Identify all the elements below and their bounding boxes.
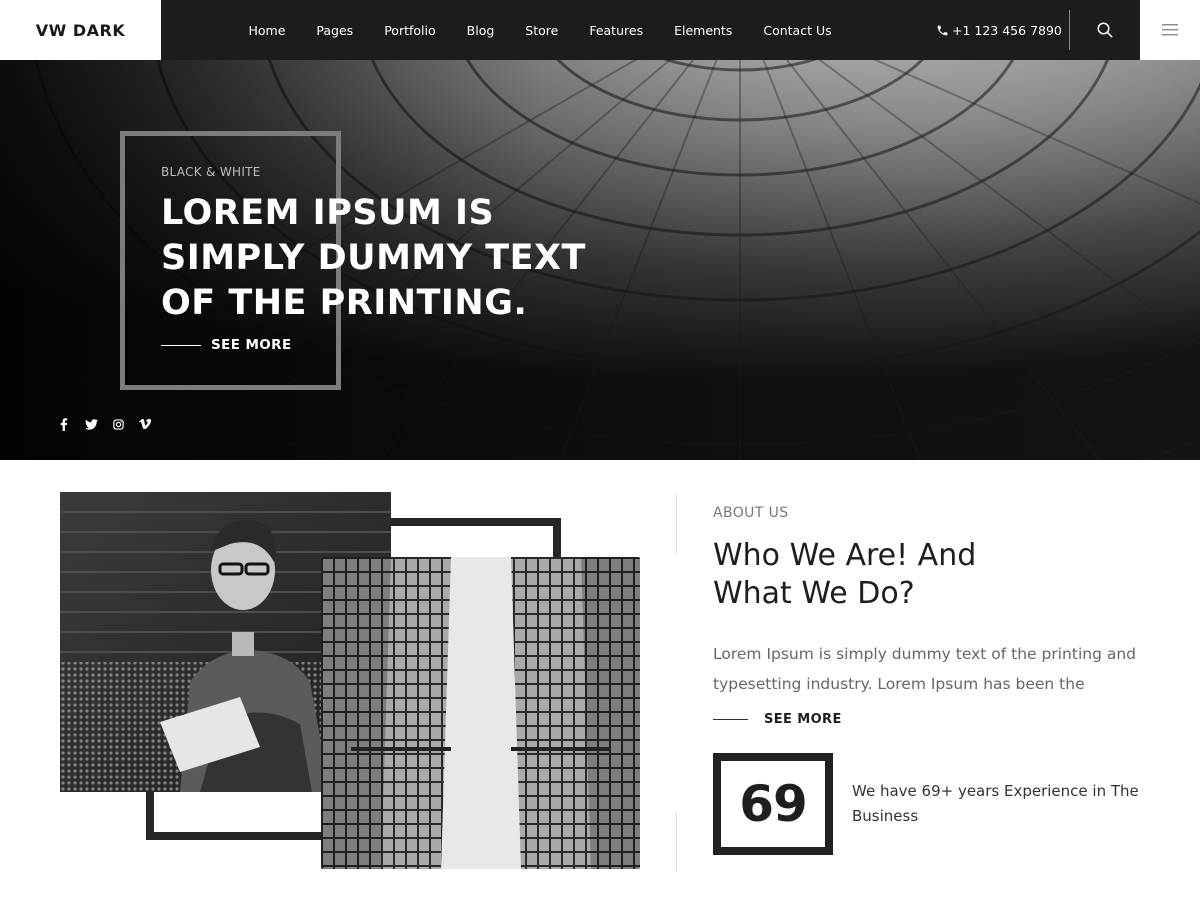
about-see-more-button[interactable]: SEE MORE — [713, 712, 842, 727]
vimeo-icon[interactable] — [138, 417, 152, 431]
frame-gap — [390, 526, 553, 557]
menu-button[interactable] — [1140, 0, 1200, 60]
hamburger-menu-icon — [1162, 24, 1178, 36]
years-text: We have 69+ years Experience in The Busi… — [852, 782, 1139, 825]
hero-section: BLACK & WHITE LOREM IPSUM IS SIMPLY DUMM… — [0, 60, 1200, 460]
nav-features[interactable]: Features — [589, 23, 643, 38]
nav-portfolio[interactable]: Portfolio — [384, 23, 435, 38]
header-divider — [1069, 10, 1070, 50]
hero-kicker: BLACK & WHITE — [161, 165, 261, 179]
about-title: Who We Are! And What We Do? — [713, 538, 977, 611]
nav-elements[interactable]: Elements — [674, 23, 732, 38]
phone-number[interactable]: +1 123 456 7890 — [952, 23, 1062, 38]
about-kicker: ABOUT US — [713, 505, 789, 521]
frame-gap-bottom — [154, 792, 321, 832]
logo[interactable]: VW DARK — [0, 0, 161, 60]
phone-icon — [937, 25, 948, 35]
about-see-more-label[interactable]: SEE MORE — [764, 712, 842, 727]
hero-see-more-button[interactable]: SEE MORE — [161, 337, 292, 353]
building-photo — [321, 557, 640, 869]
nav-contact-us[interactable]: Contact Us — [763, 23, 831, 38]
about-divider-top — [676, 494, 677, 554]
instagram-icon[interactable] — [111, 417, 125, 431]
nav-home[interactable]: Home — [249, 23, 286, 38]
hero-title: LOREM IPSUM IS SIMPLY DUMMY TEXT OF THE … — [161, 193, 586, 323]
site-header: VW DARK Home Pages Portfolio Blog Store … — [0, 0, 1200, 60]
facebook-icon[interactable] — [57, 417, 71, 431]
hero-see-more-label[interactable]: SEE MORE — [211, 337, 292, 353]
years-badge: 69 — [713, 753, 833, 855]
cta-line — [713, 719, 748, 720]
nav-blog[interactable]: Blog — [467, 23, 495, 38]
about-text: Lorem Ipsum is simply dummy text of the … — [713, 645, 1136, 693]
phone-link[interactable]: +1 123 456 7890 — [936, 0, 1062, 60]
years-number: 69 — [739, 775, 808, 833]
nav-store[interactable]: Store — [525, 23, 558, 38]
search-icon — [1097, 22, 1113, 38]
main-nav: Home Pages Portfolio Blog Store Features… — [233, 0, 847, 60]
about-divider-bottom — [676, 812, 677, 872]
logo-text[interactable]: VW DARK — [36, 21, 125, 40]
cta-line — [161, 344, 201, 346]
search-button[interactable] — [1090, 15, 1120, 45]
nav-pages[interactable]: Pages — [316, 23, 353, 38]
twitter-icon[interactable] — [84, 417, 98, 431]
social-links — [57, 417, 165, 431]
